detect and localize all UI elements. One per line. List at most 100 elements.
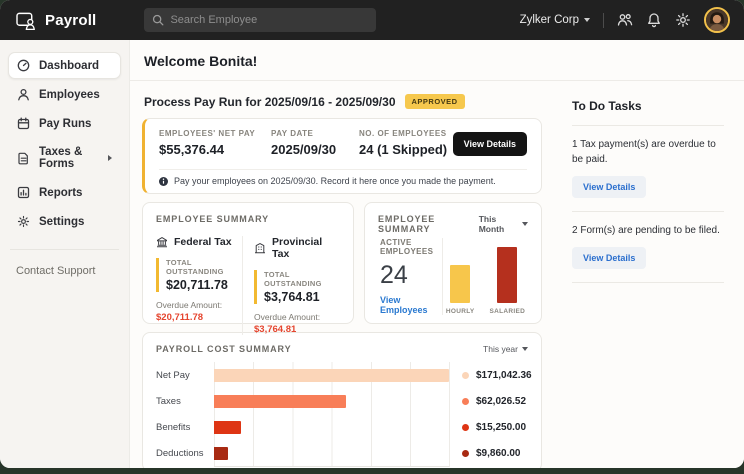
app-title: Payroll — [45, 12, 96, 29]
sidebar-item-label: Pay Runs — [39, 118, 91, 130]
chart-legend: $171,042.36 $62,026.52 $15,250.00 — [462, 362, 532, 467]
todo-task: 2 Form(s) are pending to be filed. View … — [572, 212, 726, 282]
bar-label: SALARIED — [490, 308, 526, 315]
search-box — [144, 8, 376, 32]
overdue-value: $20,711.78 — [156, 312, 242, 323]
payrun-card: EMPLOYEES' NET PAY $55,376.44 PAY DATE 2… — [142, 118, 542, 194]
org-name: Zylker Corp — [520, 14, 579, 26]
sidebar-item-label: Dashboard — [39, 60, 99, 72]
gear-icon — [17, 215, 30, 228]
stat-employee-count: NO. OF EMPLOYEES 24 (1 Skipped) — [359, 129, 447, 157]
stat-net-pay: EMPLOYEES' NET PAY $55,376.44 — [159, 129, 271, 157]
dashboard-left-column: Process Pay Run for 2025/09/16 - 2025/09… — [142, 89, 542, 468]
period-dropdown[interactable]: This year — [483, 344, 528, 354]
sidebar: Dashboard Employees Pay Runs Taxes & For… — [0, 40, 130, 468]
page-title: Welcome Bonita! — [144, 53, 724, 69]
stat-value: 2025/09/30 — [271, 142, 359, 157]
sidebar-item-reports[interactable]: Reports — [8, 179, 121, 206]
overdue-label: Overdue Amount: — [156, 300, 242, 310]
card-title: EMPLOYEE SUMMARY — [156, 214, 340, 224]
city-building-icon — [254, 242, 266, 254]
todo-task-text: 2 Form(s) are pending to be filed. — [572, 223, 722, 238]
chevron-right-icon — [108, 155, 112, 161]
outstanding-value: $20,711.78 — [166, 278, 242, 292]
outstanding-value: $3,764.81 — [264, 290, 340, 304]
legend-dot — [462, 372, 469, 379]
sidebar-item-label: Reports — [39, 187, 82, 199]
payroll-cost-card: PAYROLL COST SUMMARY This year Net Pay T… — [142, 332, 542, 468]
category-label: Benefits — [156, 414, 214, 440]
divider — [572, 282, 724, 283]
chevron-down-icon — [522, 222, 528, 226]
net-pay-bar — [214, 369, 449, 382]
chart-plot-area — [214, 362, 450, 467]
category-label: Taxes — [156, 388, 214, 414]
welcome-row: Welcome Bonita! — [130, 40, 744, 81]
todo-title: To Do Tasks — [572, 99, 726, 113]
bar-chart-icon — [17, 186, 30, 199]
chevron-down-icon — [522, 347, 528, 351]
sidebar-item-employees[interactable]: Employees — [8, 81, 121, 108]
notifications-bell-icon[interactable] — [646, 12, 662, 28]
outstanding-label: TOTAL OUTSTANDING — [166, 258, 242, 276]
todo-view-details-button[interactable]: View Details — [572, 247, 646, 269]
referral-users-icon[interactable] — [617, 12, 633, 28]
stat-pay-date: PAY DATE 2025/09/30 — [271, 129, 359, 157]
period-label: This year — [483, 344, 518, 354]
search-icon — [152, 14, 164, 26]
legend-dot — [462, 450, 469, 457]
legend-value: $171,042.36 — [476, 370, 532, 381]
legend-item: $15,250.00 — [462, 414, 532, 440]
topbar-right: Zylker Corp — [520, 7, 730, 33]
document-icon — [17, 152, 30, 165]
calendar-icon — [17, 117, 30, 130]
topbar: Payroll Zylker Corp — [0, 0, 744, 40]
overdue-label: Overdue Amount: — [254, 312, 340, 322]
legend-item: $9,860.00 — [462, 440, 532, 466]
user-avatar[interactable] — [704, 7, 730, 33]
card-title: EMPLOYEE SUMMARY — [378, 214, 479, 234]
sidebar-item-label: Settings — [39, 216, 84, 228]
payrun-title: Process Pay Run for 2025/09/16 - 2025/09… — [144, 95, 396, 109]
legend-value: $9,860.00 — [476, 448, 521, 459]
card-title: PAYROLL COST SUMMARY — [156, 344, 292, 354]
overdue-value: $3,764.81 — [254, 324, 340, 335]
view-details-button[interactable]: View Details — [453, 132, 527, 156]
todo-view-details-button[interactable]: View Details — [572, 176, 646, 198]
legend-value: $15,250.00 — [476, 422, 526, 433]
legend-dot — [462, 398, 469, 405]
dashboard-icon — [17, 59, 30, 72]
search-input[interactable] — [170, 14, 368, 26]
employee-summary-card: EMPLOYEE SUMMARY This Month ACTIVE EMPLO… — [364, 202, 542, 324]
todo-task: 1 Tax payment(s) are overdue to be paid.… — [572, 126, 726, 211]
status-badge: APPROVED — [405, 94, 465, 109]
legend-item: $171,042.36 — [462, 362, 532, 388]
sidebar-item-taxes-forms[interactable]: Taxes & Forms — [8, 139, 121, 177]
contact-support-link[interactable]: Contact Support — [8, 265, 121, 277]
stat-label: EMPLOYEES' NET PAY — [159, 129, 271, 138]
main-content: Welcome Bonita! Process Pay Run for 2025… — [130, 40, 744, 468]
org-switcher[interactable]: Zylker Corp — [520, 14, 590, 26]
taxes-bar — [214, 395, 346, 408]
tax-name: Federal Tax — [174, 236, 232, 248]
deductions-bar — [214, 447, 228, 460]
outstanding-label: TOTAL OUTSTANDING — [264, 270, 340, 288]
category-label: Net Pay — [156, 362, 214, 388]
settings-gear-icon[interactable] — [675, 12, 691, 28]
category-label: Deductions — [156, 440, 214, 466]
salaried-bar — [497, 247, 517, 303]
todo-task-text: 1 Tax payment(s) are overdue to be paid. — [572, 137, 722, 167]
tax-summary-card: EMPLOYEE SUMMARY Federal Tax — [142, 202, 354, 324]
sidebar-divider — [10, 249, 119, 250]
app-logo: Payroll — [16, 11, 96, 30]
view-employees-link[interactable]: View Employees — [380, 295, 442, 315]
tax-name: Provincial Tax — [272, 236, 340, 260]
sidebar-item-dashboard[interactable]: Dashboard — [8, 52, 121, 79]
sidebar-item-settings[interactable]: Settings — [8, 208, 121, 235]
period-label: This Month — [479, 214, 518, 234]
period-dropdown[interactable]: This Month — [479, 214, 528, 234]
benefits-bar — [214, 421, 241, 434]
bar-label: HOURLY — [446, 308, 475, 315]
employee-type-chart: HOURLY SALARIED — [442, 238, 528, 315]
sidebar-item-pay-runs[interactable]: Pay Runs — [8, 110, 121, 137]
